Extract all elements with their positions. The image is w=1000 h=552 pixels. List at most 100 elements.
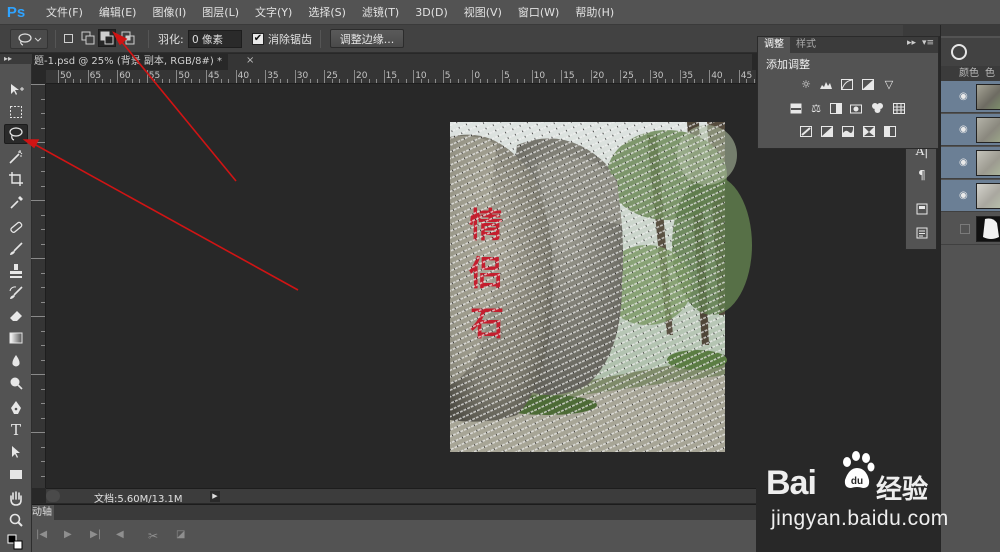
next-frame-icon[interactable]: ▶| bbox=[90, 529, 101, 540]
path-selection-tool[interactable] bbox=[4, 442, 28, 462]
quick-selection-tool[interactable] bbox=[4, 147, 28, 167]
menu-filter[interactable]: 滤镜(T) bbox=[354, 0, 407, 25]
levels-icon[interactable] bbox=[819, 78, 833, 90]
tab-adjustments[interactable]: 调整 bbox=[758, 37, 790, 53]
eraser-tool[interactable] bbox=[4, 305, 28, 325]
curves-icon[interactable] bbox=[840, 78, 854, 90]
properties-panel-icon[interactable] bbox=[914, 225, 930, 241]
menu-view[interactable]: 视图(V) bbox=[456, 0, 510, 25]
healing-brush-tool[interactable] bbox=[4, 217, 28, 237]
visibility-toggle[interactable] bbox=[960, 224, 970, 234]
menu-image[interactable]: 图像(I) bbox=[144, 0, 194, 25]
gradient-tool[interactable] bbox=[4, 328, 28, 348]
layer-row[interactable]: ◉ bbox=[941, 81, 1000, 113]
zoom-icon bbox=[9, 513, 23, 527]
menu-file[interactable]: 文件(F) bbox=[38, 0, 91, 25]
blur-tool[interactable] bbox=[4, 351, 28, 371]
pen-tool[interactable] bbox=[4, 398, 28, 418]
zoom-indicator-icon[interactable] bbox=[46, 490, 60, 502]
document-canvas[interactable]: 情 侣 石 bbox=[47, 85, 757, 488]
tool-preset-picker[interactable] bbox=[10, 29, 48, 49]
threshold-icon[interactable] bbox=[841, 125, 855, 137]
hue-saturation-icon[interactable] bbox=[789, 102, 803, 114]
ruler-tick bbox=[576, 79, 577, 83]
eye-icon[interactable]: ◉ bbox=[959, 124, 968, 135]
ruler-tick bbox=[41, 417, 45, 419]
tab-swatches[interactable]: 色 bbox=[979, 66, 995, 81]
close-tab-icon[interactable]: × bbox=[246, 55, 254, 66]
refine-edge-button[interactable]: 调整边缘... bbox=[330, 29, 404, 48]
zoom-tool[interactable] bbox=[4, 510, 28, 530]
eyedropper-tool[interactable] bbox=[4, 192, 28, 212]
marquee-tool[interactable] bbox=[4, 102, 28, 122]
history-brush-tool[interactable] bbox=[4, 283, 28, 303]
document-tab[interactable]: 题-1.psd @ 25% (背景 副本, RGB/8#) * bbox=[32, 54, 228, 70]
antialias-checkbox[interactable]: ✔ 消除锯齿 bbox=[252, 29, 312, 49]
move-tool[interactable] bbox=[4, 80, 28, 100]
canvas-area[interactable]: 情 侣 石 bbox=[47, 85, 757, 488]
tab-color[interactable]: 颜色 bbox=[941, 66, 979, 81]
clone-stamp-tool[interactable] bbox=[4, 261, 28, 281]
ruler-tick bbox=[183, 79, 185, 83]
rectangle-tool[interactable] bbox=[4, 464, 28, 484]
split-icon[interactable]: ✂ bbox=[148, 529, 158, 543]
status-menu-arrow-icon[interactable]: ▶ bbox=[210, 491, 220, 502]
panel-menu-icon[interactable]: ▾≡ bbox=[922, 38, 934, 48]
audio-icon[interactable]: ◀ bbox=[116, 529, 124, 540]
ruler-tick bbox=[479, 79, 481, 83]
feather-input[interactable]: 0 像素 bbox=[188, 30, 242, 48]
transition-icon[interactable]: ◪ bbox=[176, 529, 185, 540]
brush-tool[interactable] bbox=[4, 239, 28, 259]
intersect-selection-button[interactable] bbox=[119, 29, 137, 47]
color-swatch-icon bbox=[7, 534, 23, 550]
hand-tool[interactable] bbox=[4, 488, 28, 508]
layer-row[interactable]: ◉ bbox=[941, 147, 1000, 179]
menu-select[interactable]: 选择(S) bbox=[300, 0, 354, 25]
exposure-icon[interactable] bbox=[861, 78, 875, 90]
menu-help[interactable]: 帮助(H) bbox=[567, 0, 622, 25]
layer-row[interactable]: ◉ bbox=[941, 180, 1000, 212]
menu-window[interactable]: 窗口(W) bbox=[510, 0, 567, 25]
circle-icon[interactable] bbox=[949, 42, 969, 62]
timeline-tab[interactable]: 动轴 bbox=[32, 505, 54, 521]
eye-icon[interactable]: ◉ bbox=[959, 157, 968, 168]
paragraph-panel-icon[interactable]: ¶ bbox=[914, 167, 930, 183]
brightness-contrast-icon[interactable]: ☼ bbox=[799, 78, 813, 91]
play-icon[interactable]: ▶ bbox=[64, 529, 72, 540]
add-to-selection-button[interactable] bbox=[79, 29, 97, 47]
ruler-tick bbox=[243, 79, 244, 83]
tab-styles[interactable]: 样式 bbox=[790, 37, 822, 53]
layer-row[interactable] bbox=[941, 213, 1000, 245]
type-tool[interactable]: T bbox=[4, 420, 28, 440]
menu-layer[interactable]: 图层(L) bbox=[194, 0, 247, 25]
ruler-tick bbox=[590, 70, 592, 83]
color-balance-icon[interactable]: ⚖ bbox=[809, 102, 823, 115]
toolbox-collapse-icon[interactable]: ▸▸ bbox=[0, 54, 32, 64]
selective-color-icon[interactable] bbox=[883, 125, 897, 137]
collapse-icon[interactable]: ▸▸ bbox=[907, 38, 916, 48]
first-frame-icon[interactable]: |◀ bbox=[36, 529, 47, 540]
color-lookup-icon[interactable] bbox=[892, 102, 906, 114]
eye-icon[interactable]: ◉ bbox=[959, 190, 968, 201]
ruler-tick bbox=[731, 79, 733, 83]
dodge-tool[interactable] bbox=[4, 373, 28, 393]
invert-icon[interactable] bbox=[799, 125, 813, 137]
vibrance-icon[interactable]: ▽ bbox=[882, 78, 896, 91]
posterize-icon[interactable] bbox=[820, 125, 834, 137]
layer-thumbnail bbox=[976, 84, 1000, 110]
subtract-from-selection-button[interactable] bbox=[98, 29, 116, 47]
channel-mixer-icon[interactable] bbox=[870, 102, 884, 114]
history-panel-icon[interactable] bbox=[914, 201, 930, 217]
photo-filter-icon[interactable] bbox=[849, 102, 863, 114]
color-swatches[interactable] bbox=[4, 532, 28, 552]
crop-tool[interactable] bbox=[4, 169, 28, 189]
menu-type[interactable]: 文字(Y) bbox=[247, 0, 300, 25]
eye-icon[interactable]: ◉ bbox=[959, 91, 968, 102]
lasso-tool[interactable] bbox=[4, 124, 28, 144]
gradient-map-icon[interactable] bbox=[862, 125, 876, 137]
new-selection-button[interactable] bbox=[59, 29, 77, 47]
menu-edit[interactable]: 编辑(E) bbox=[91, 0, 145, 25]
black-white-icon[interactable] bbox=[829, 102, 843, 114]
menu-3d[interactable]: 3D(D) bbox=[407, 0, 456, 25]
layer-row[interactable]: ◉ bbox=[941, 114, 1000, 146]
